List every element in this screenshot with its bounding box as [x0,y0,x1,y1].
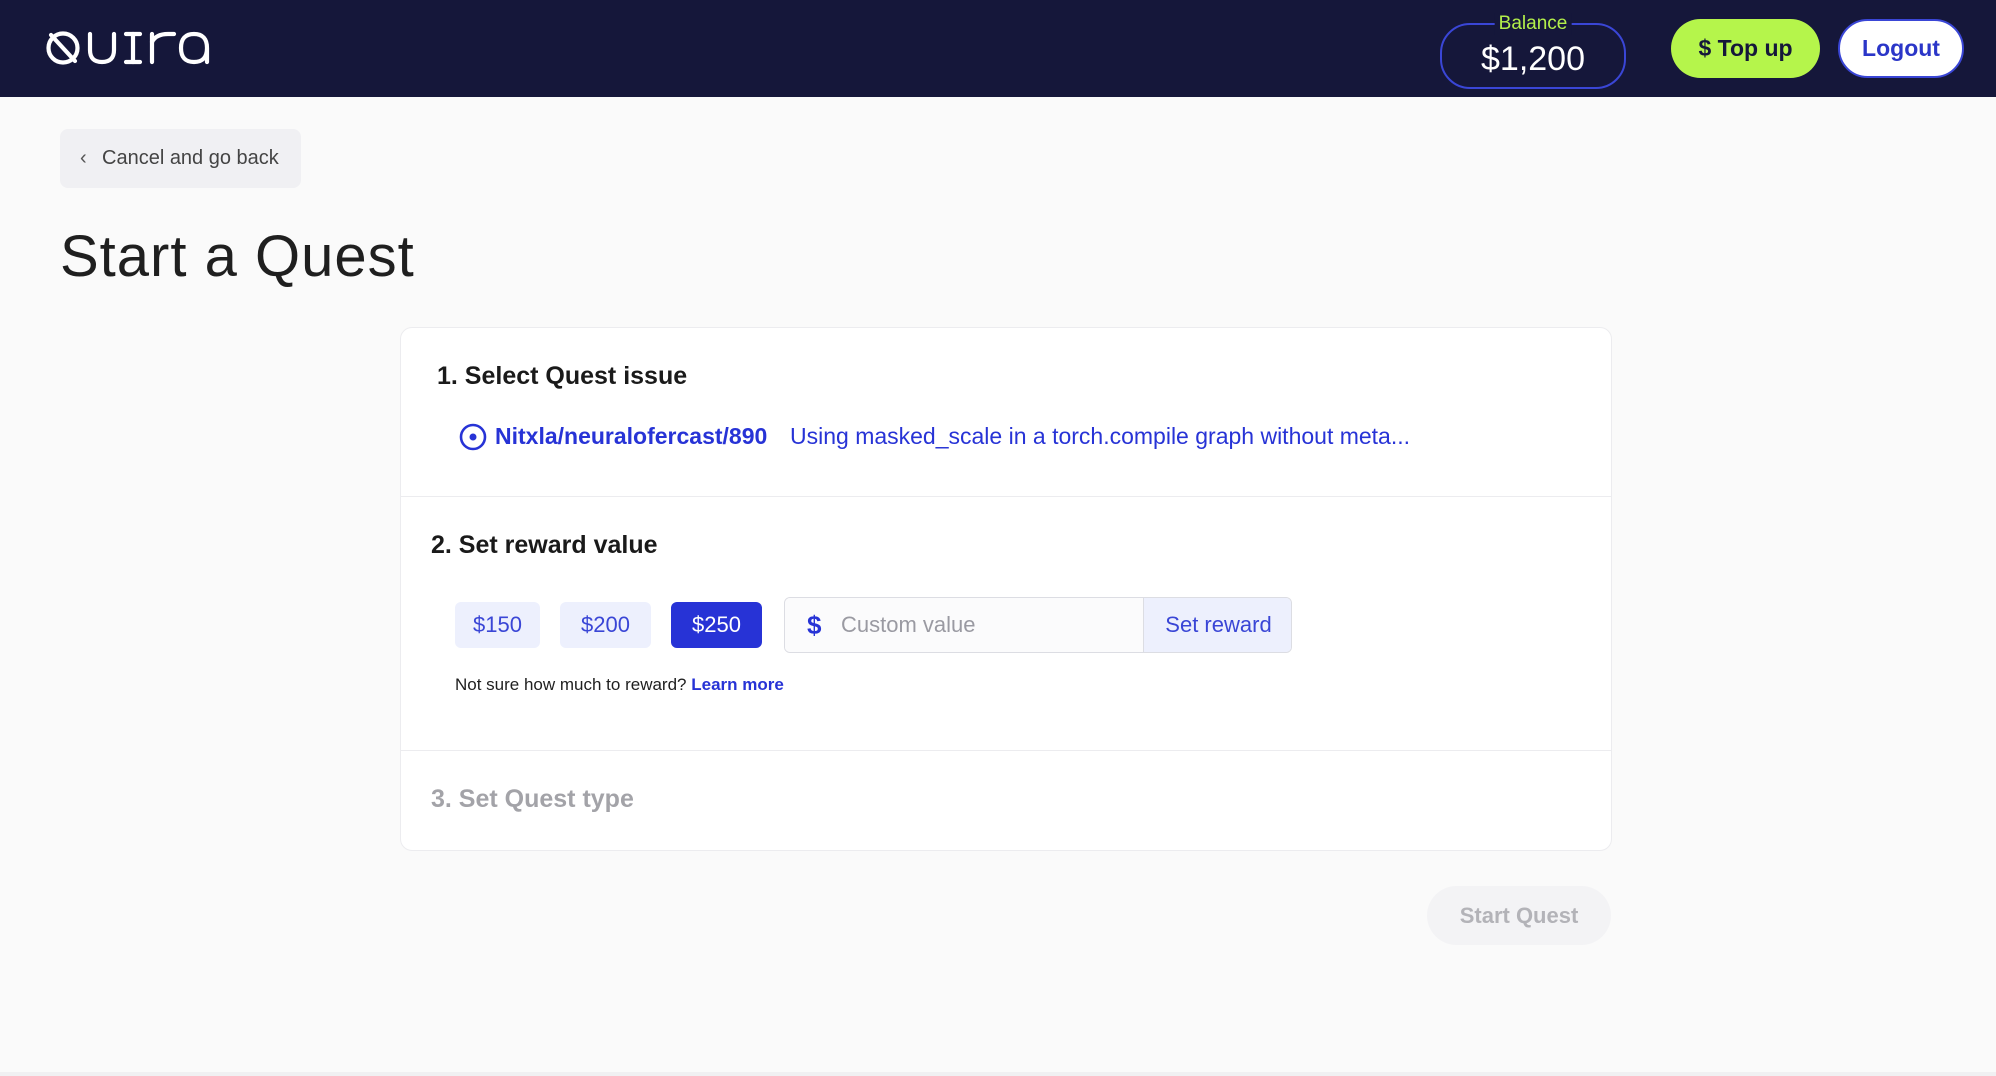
reward-help: Not sure how much to reward? Learn more [455,675,784,695]
reward-option-250[interactable]: $250 [671,602,762,648]
bottom-strip [0,1072,1996,1076]
section-divider [401,750,1611,751]
step-3-title[interactable]: 3. Set Quest type [431,785,634,814]
learn-more-link[interactable]: Learn more [691,675,784,694]
logout-button[interactable]: Logout [1838,19,1964,78]
chevron-left-icon: ‹ [80,147,87,169]
reward-option-200[interactable]: $200 [560,602,651,648]
start-quest-button[interactable]: Start Quest [1427,886,1611,945]
balance-display: Balance $1,200 [1440,13,1626,89]
dollar-icon: $ [807,610,822,640]
reward-option-150[interactable]: $150 [455,602,540,648]
top-up-button[interactable]: $ Top up [1671,19,1820,78]
quest-form-card: 1. Select Quest issue Nitxla/neuraloferc… [400,327,1612,851]
page-title: Start a Quest [60,224,415,289]
top-navbar: Balance $1,200 $ Top up Logout [0,0,1996,97]
balance-value: $1,200 [1481,40,1585,78]
custom-value-input[interactable] [839,606,1129,644]
cancel-go-back-label: Cancel and go back [102,147,279,169]
custom-reward-group: $ Set reward [784,597,1292,653]
step-2-title: 2. Set reward value [431,531,658,559]
quira-logo-icon [46,31,210,65]
section-divider [401,496,1611,497]
balance-label: Balance [1494,13,1572,35]
custom-value-field: $ [785,598,1143,652]
issue-open-circle-icon [459,423,487,451]
issue-repo-link[interactable]: Nitxla/neuralofercast/890 [495,420,767,452]
step-1-title: 1. Select Quest issue [437,362,688,390]
issue-title: Using masked_scale in a torch.compile gr… [790,423,1411,449]
reward-help-text: Not sure how much to reward? [455,675,687,694]
cancel-go-back-button[interactable]: ‹ Cancel and go back [60,129,301,188]
set-reward-button[interactable]: Set reward [1143,598,1291,652]
quira-logo[interactable] [44,26,210,70]
